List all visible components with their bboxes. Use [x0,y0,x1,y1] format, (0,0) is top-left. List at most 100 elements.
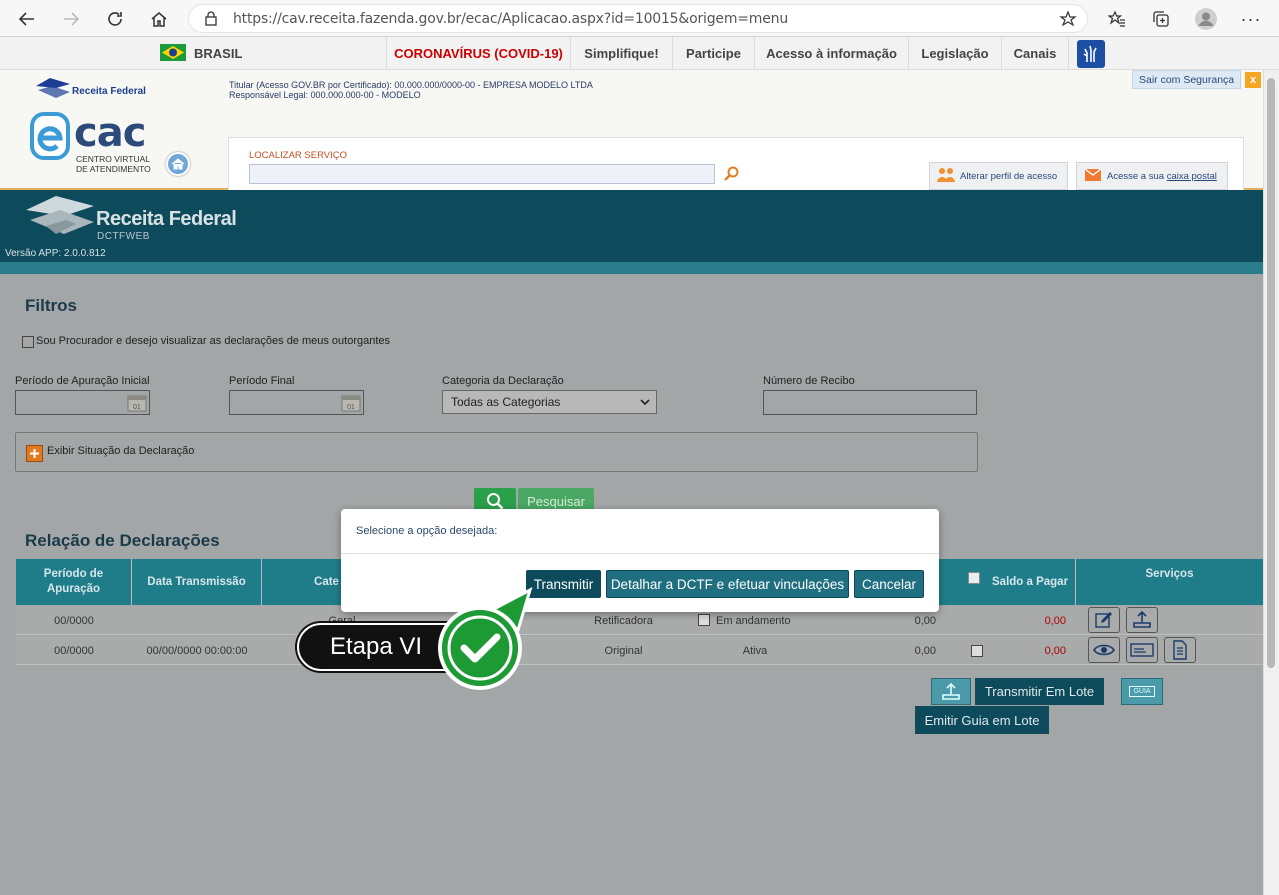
app-subtitle: DCTFWEB [97,231,150,242]
search-input[interactable] [249,164,715,184]
titular-text: Titular (Acesso GOV.BR por Certificado):… [229,80,593,90]
lote-guia-icon[interactable]: GUIA [1121,678,1163,705]
row2-tipo: Original [604,644,643,657]
ecac-logo-sub1: CENTRO VIRTUAL [76,154,150,164]
categoria-select[interactable]: Todas as Categorias [442,390,657,414]
ecac-home-icon[interactable] [166,152,190,176]
ecac-logo: cac CENTRO VIRTUAL DE ATENDIMENTO [30,110,170,174]
scrollbar-thumb[interactable] [1267,78,1275,668]
home-icon[interactable] [146,6,172,32]
edit-icon[interactable] [1088,607,1120,633]
upload-transmit-icon[interactable] [1126,607,1158,633]
mailbox-prefix: Acesse a sua [1107,170,1165,182]
guia-icon[interactable] [1126,637,1158,663]
app-title: Receita Federal [96,208,237,230]
gov-item-acesso-informacao[interactable]: Acesso à informação [754,37,908,70]
procurador-checkbox[interactable] [22,336,34,348]
view-eye-icon[interactable] [1088,637,1120,663]
periodo-inicial-label: Período de Apuração Inicial [15,375,150,387]
app-version: Versão APP: 2.0.0.812 [5,248,106,259]
recibo-input[interactable] [763,390,977,415]
collections-icon[interactable] [1148,6,1174,32]
periodo-final-label: Período Final [229,375,295,387]
ecac-logo-text: cac [74,110,146,156]
rf-logo-icon [26,196,94,245]
accessibility-hands-icon[interactable] [1077,40,1105,68]
emitir-guia-lote-button[interactable]: Emitir Guia em Lote [915,706,1049,734]
gov-brasil[interactable]: BRASIL [140,37,270,70]
ecac-logo-sub2: DE ATENDIMENTO [76,164,151,174]
change-profile-label: Alterar perfil de acesso [960,170,1058,182]
back-icon[interactable] [14,6,40,32]
situacao-panel[interactable]: Exibir Situação da Declaração [15,432,978,472]
ecac-header: Receita Federal cac CENTRO VIRTUAL DE AT… [0,70,1279,190]
app-header: Receita Federal DCTFWEB Versão APP: 2.0.… [0,190,1263,262]
callout-check-badge-icon [438,587,533,690]
change-profile-button[interactable]: Alterar perfil de acesso [929,162,1068,190]
calendar-icon[interactable]: 01 [127,393,147,417]
gov-item-covid[interactable]: CORONAVÍRUS (COVID-19) [386,37,570,70]
col-header-servicos: Serviços [1076,559,1263,605]
saldo-header-checkbox[interactable] [968,572,980,584]
gov-item-legislacao[interactable]: Legislação [908,37,1001,70]
search-label: LOCALIZAR SERVIÇO [249,150,348,161]
dialog-message: Selecione a opção desejada: [356,525,498,537]
forward-icon[interactable] [58,6,84,32]
periodo-inicial-input[interactable]: 01 [15,390,150,415]
search-magnifier-icon[interactable] [724,166,740,187]
rf-small-logo-icon [36,78,70,105]
expand-plus-icon[interactable] [26,445,43,462]
lote-guia-icon-text: GUIA [1129,686,1155,697]
row2-saldo: 0,00 [1044,644,1066,657]
document-icon[interactable] [1164,637,1196,663]
logout-close-icon[interactable]: x [1245,72,1261,88]
gov-country-label: BRASIL [194,46,243,61]
row2-situacao: Ativa [742,644,768,657]
ecac-logo-subtitle: CENTRO VIRTUAL DE ATENDIMENTO [76,154,151,174]
lote-upload-icon[interactable] [931,678,971,705]
address-bar[interactable]: https://cav.receita.fazenda.gov.br/ecac/… [188,4,1088,33]
recibo-label: Número de Recibo [763,375,855,387]
refresh-icon[interactable] [102,6,128,32]
favorites-icon[interactable] [1104,6,1130,32]
detalhar-dctf-button[interactable]: Detalhar a DCTF e efetuar vinculações [606,570,849,598]
page-scrollbar[interactable] [1263,70,1279,895]
gov-bar: BRASIL CORONAVÍRUS (COVID-19) Simplifiqu… [0,37,1279,70]
mail-envelope-icon [1084,167,1102,184]
mailbox-button[interactable]: Acesse a sua caixa postal [1076,162,1228,190]
responsavel-text: Responsável Legal: 000.000.000-00 - MODE… [229,90,421,100]
favorite-add-icon[interactable] [1059,10,1077,33]
row2-periodo: 00/0000 [54,644,94,657]
lock-icon [205,11,217,31]
header-strip [0,262,1263,274]
row1-saldo: 0,00 [1044,614,1066,627]
gov-item-canais[interactable]: Canais [1001,37,1069,70]
row2-data: 00/00/0000 00:00:00 [146,644,248,657]
gov-item-simplifique[interactable]: Simplifique! [570,37,672,70]
logout-button[interactable]: Sair com Segurança [1132,70,1242,89]
rf-small-logo-text: Receita Federal [72,86,146,97]
url-text: https://cav.receita.fazenda.gov.br/ecac/… [233,11,788,27]
rf-small-logo: Receita Federal [36,78,146,105]
calendar-day-text: 01 [133,404,141,411]
cancelar-button[interactable]: Cancelar [854,570,924,598]
periodo-final-input[interactable]: 01 [229,390,364,415]
logout-label: Sair com Segurança [1139,73,1235,86]
browser-toolbar: https://cav.receita.fazenda.gov.br/ecac/… [0,0,1279,37]
filters-heading: Filtros [25,296,77,315]
mailbox-link[interactable]: caixa postal [1167,171,1217,182]
brazil-flag-icon [160,43,186,64]
row2-valor: 0,00 [914,644,936,657]
procurador-label: Sou Procurador e desejo visualizar as de… [36,335,391,347]
callout-text: Etapa VI [330,633,423,660]
transmitir-lote-button[interactable]: Transmitir Em Lote [975,678,1104,705]
titular-info: Titular (Acesso GOV.BR por Certificado):… [229,80,593,100]
declaracoes-heading: Relação de Declarações [25,531,220,550]
profile-avatar-icon[interactable] [1193,6,1219,32]
more-menu-icon[interactable]: ··· [1238,6,1264,32]
calendar-icon[interactable]: 01 [341,393,361,417]
dialog-divider [341,553,939,554]
row1-situacao-checkbox[interactable] [698,614,710,626]
gov-item-participe[interactable]: Participe [672,37,754,70]
col-header-data: Data Transmissão [132,559,262,605]
